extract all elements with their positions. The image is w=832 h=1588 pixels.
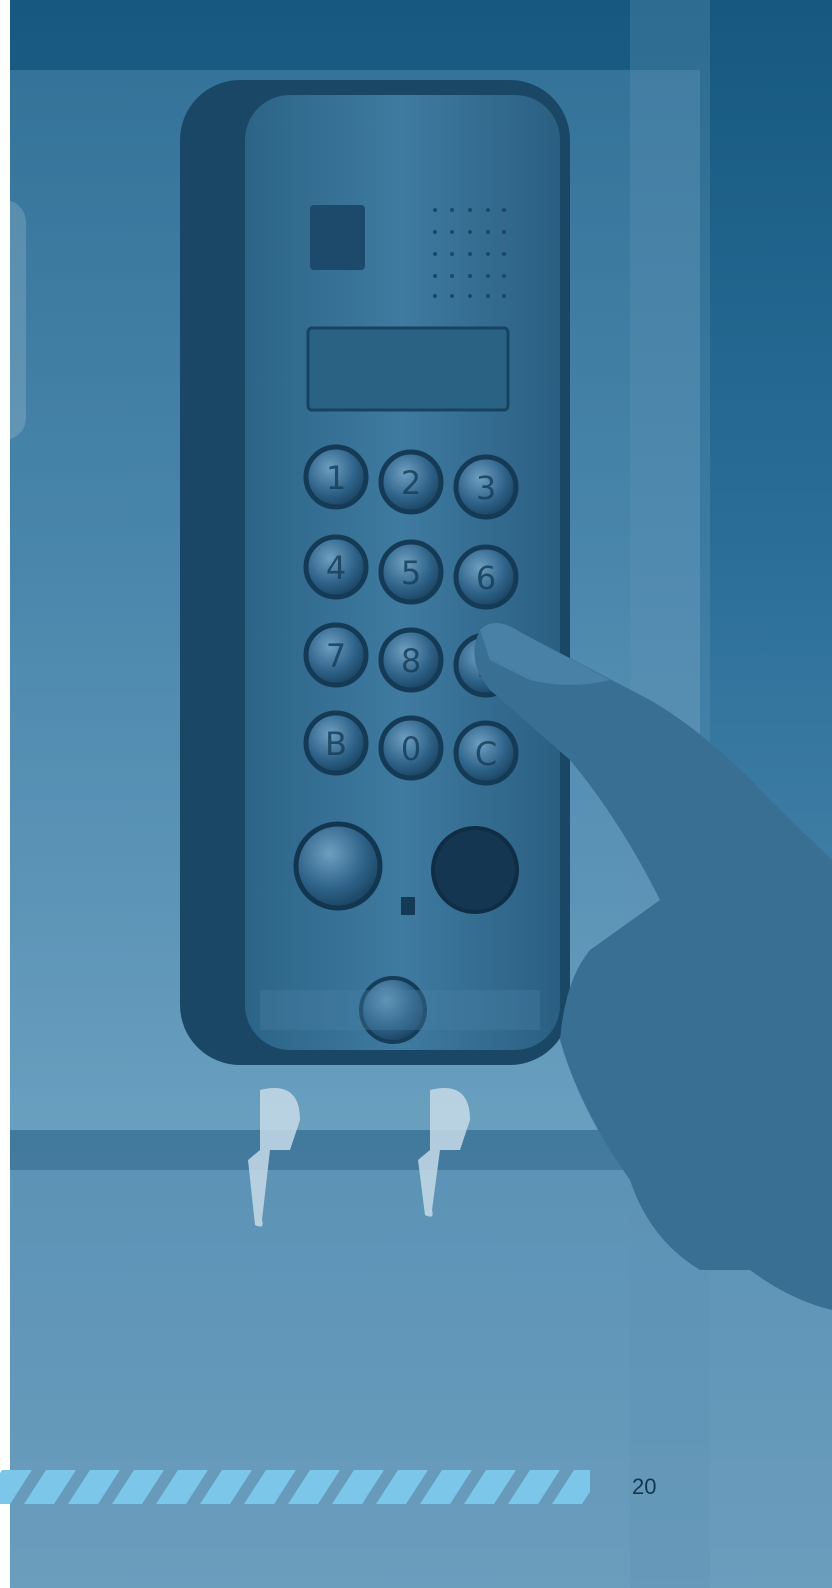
keypad-key-label: 0: [401, 730, 421, 768]
keypad-key-label: B: [325, 725, 347, 763]
plate-reflection: [260, 990, 540, 1030]
keypad-key-label: 7: [326, 637, 346, 675]
stripe: [244, 1470, 296, 1504]
page-number: 20: [632, 1474, 657, 1499]
stripe: [112, 1470, 164, 1504]
camera-lens: [310, 205, 365, 270]
keypad-key-label: 1: [326, 459, 346, 497]
stripe: [552, 1470, 590, 1504]
keypad-photo-illustration: 123456789B0C: [10, 0, 832, 1588]
keypad-key-label: 8: [401, 642, 421, 680]
stripe: [420, 1470, 472, 1504]
stripe: [376, 1470, 428, 1504]
stripe-band: [0, 1470, 590, 1504]
document-page: 123456789B0C 20: [0, 0, 832, 1588]
call-button-circle: [293, 821, 383, 911]
keypad-key-label: 5: [401, 554, 421, 592]
display-window: [306, 326, 510, 412]
cover-photo: 123456789B0C: [10, 0, 832, 1588]
stripe: [464, 1470, 516, 1504]
keypad-key-label: C: [475, 735, 497, 773]
keypad-key-label: 2: [401, 464, 421, 502]
stripe: [156, 1470, 208, 1504]
left-tab-decoration: [0, 200, 26, 440]
stripe: [68, 1470, 120, 1504]
stripe: [24, 1470, 76, 1504]
stripe: [200, 1470, 252, 1504]
stripe: [0, 1470, 32, 1504]
stripe: [288, 1470, 340, 1504]
stripe: [508, 1470, 560, 1504]
keypad-key-label: 4: [326, 549, 346, 587]
indicator-led: [401, 897, 415, 915]
stripe: [332, 1470, 384, 1504]
dark-button-circle: [431, 826, 519, 914]
keypad-key-label: 3: [476, 469, 496, 507]
keypad-key-label: 6: [476, 559, 496, 597]
